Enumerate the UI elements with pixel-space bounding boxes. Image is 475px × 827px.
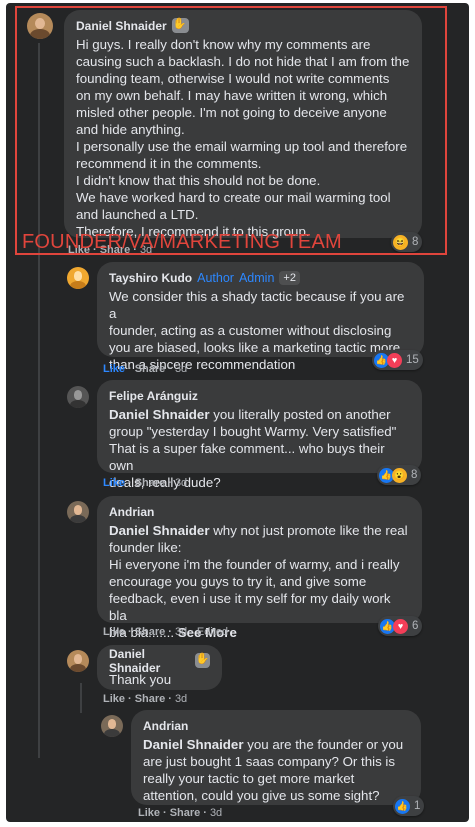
comment-timestamp[interactable]: 3d bbox=[175, 626, 187, 638]
comment-text: Thank you bbox=[109, 672, 172, 687]
comment-timestamp[interactable]: 3d bbox=[210, 807, 222, 819]
like-button[interactable]: Like bbox=[103, 363, 125, 375]
avatar[interactable] bbox=[67, 386, 89, 408]
highlight-box bbox=[15, 6, 447, 255]
admin-badge[interactable]: Admin bbox=[239, 271, 274, 285]
love-reaction-icon: ♥ bbox=[393, 618, 408, 634]
like-reaction-icon: 👍 bbox=[395, 798, 410, 814]
reaction-summary[interactable]: 👍 ♥ 15 bbox=[372, 350, 423, 370]
like-button[interactable]: Like bbox=[103, 477, 125, 489]
comment-author[interactable]: Tayshiro Kudo bbox=[109, 271, 192, 285]
comment-bubble: Andrian Daniel Shnaider why not just pro… bbox=[97, 496, 422, 640]
love-reaction-icon: ♥ bbox=[387, 352, 402, 368]
comment-timestamp[interactable]: 3d bbox=[175, 363, 187, 375]
share-button[interactable]: Share bbox=[135, 693, 166, 705]
wow-reaction-icon: 😮 bbox=[392, 467, 407, 483]
comment-bubble: Felipe Aránguiz Daniel Shnaider you lite… bbox=[97, 380, 422, 490]
comment-timestamp[interactable]: 3d bbox=[175, 693, 187, 705]
comment-timestamp[interactable]: 3d bbox=[175, 477, 187, 489]
author-badge[interactable]: Author bbox=[197, 271, 234, 285]
avatar[interactable] bbox=[101, 715, 123, 737]
reaction-summary[interactable]: 👍 😮 8 bbox=[377, 465, 422, 485]
mention-link[interactable]: Daniel Shnaider bbox=[109, 407, 210, 422]
reaction-summary[interactable]: 👍 ♥ 6 bbox=[378, 616, 423, 636]
reaction-summary[interactable]: 👍 1 bbox=[393, 796, 425, 816]
comment-bubble: Daniel Shnaider Thank you bbox=[97, 645, 222, 690]
avatar[interactable] bbox=[67, 501, 89, 523]
like-button[interactable]: Like bbox=[103, 626, 125, 638]
comment-actions: Like · Share · 3d bbox=[138, 807, 223, 819]
annotation-caption: FOUNDER/VA/MARKETING TEAM bbox=[22, 231, 342, 253]
share-button[interactable]: Share bbox=[135, 477, 166, 489]
comment-actions: Like · Share · 3d · Edited bbox=[103, 626, 229, 638]
more-badges[interactable]: +2 bbox=[279, 270, 300, 285]
share-button[interactable]: Share bbox=[135, 363, 166, 375]
comment-actions: Like · Share · 3d bbox=[103, 363, 188, 375]
share-button[interactable]: Share bbox=[170, 807, 201, 819]
edited-label[interactable]: Edited bbox=[197, 626, 228, 638]
new-member-wave-icon bbox=[194, 652, 210, 668]
comment-text: We consider this a shady tactic because … bbox=[109, 289, 405, 372]
share-button[interactable]: Share bbox=[135, 626, 166, 638]
comment-bubble: Tayshiro Kudo Author Admin +2 We conside… bbox=[97, 262, 424, 372]
mention-link[interactable]: Daniel Shnaider bbox=[143, 737, 244, 752]
like-button[interactable]: Like bbox=[138, 807, 160, 819]
thread-line-nested bbox=[80, 683, 82, 713]
comment-actions: Like · Share · 3d bbox=[103, 477, 188, 489]
comment-author[interactable]: Andrian bbox=[109, 505, 154, 519]
comment-author[interactable]: Andrian bbox=[143, 719, 188, 733]
comment-bubble: Andrian Daniel Shnaider you are the foun… bbox=[131, 710, 421, 805]
comment-actions: Like · Share · 3d bbox=[103, 693, 188, 705]
comment-text: Daniel Shnaider why not just promote lik… bbox=[109, 523, 408, 640]
mention-link[interactable]: Daniel Shnaider bbox=[109, 523, 210, 538]
avatar[interactable] bbox=[67, 267, 89, 289]
avatar[interactable] bbox=[67, 650, 89, 672]
comment-author[interactable]: Felipe Aránguiz bbox=[109, 389, 198, 403]
like-button[interactable]: Like bbox=[103, 693, 125, 705]
comment-text: Daniel Shnaider you are the founder or y… bbox=[143, 737, 404, 803]
